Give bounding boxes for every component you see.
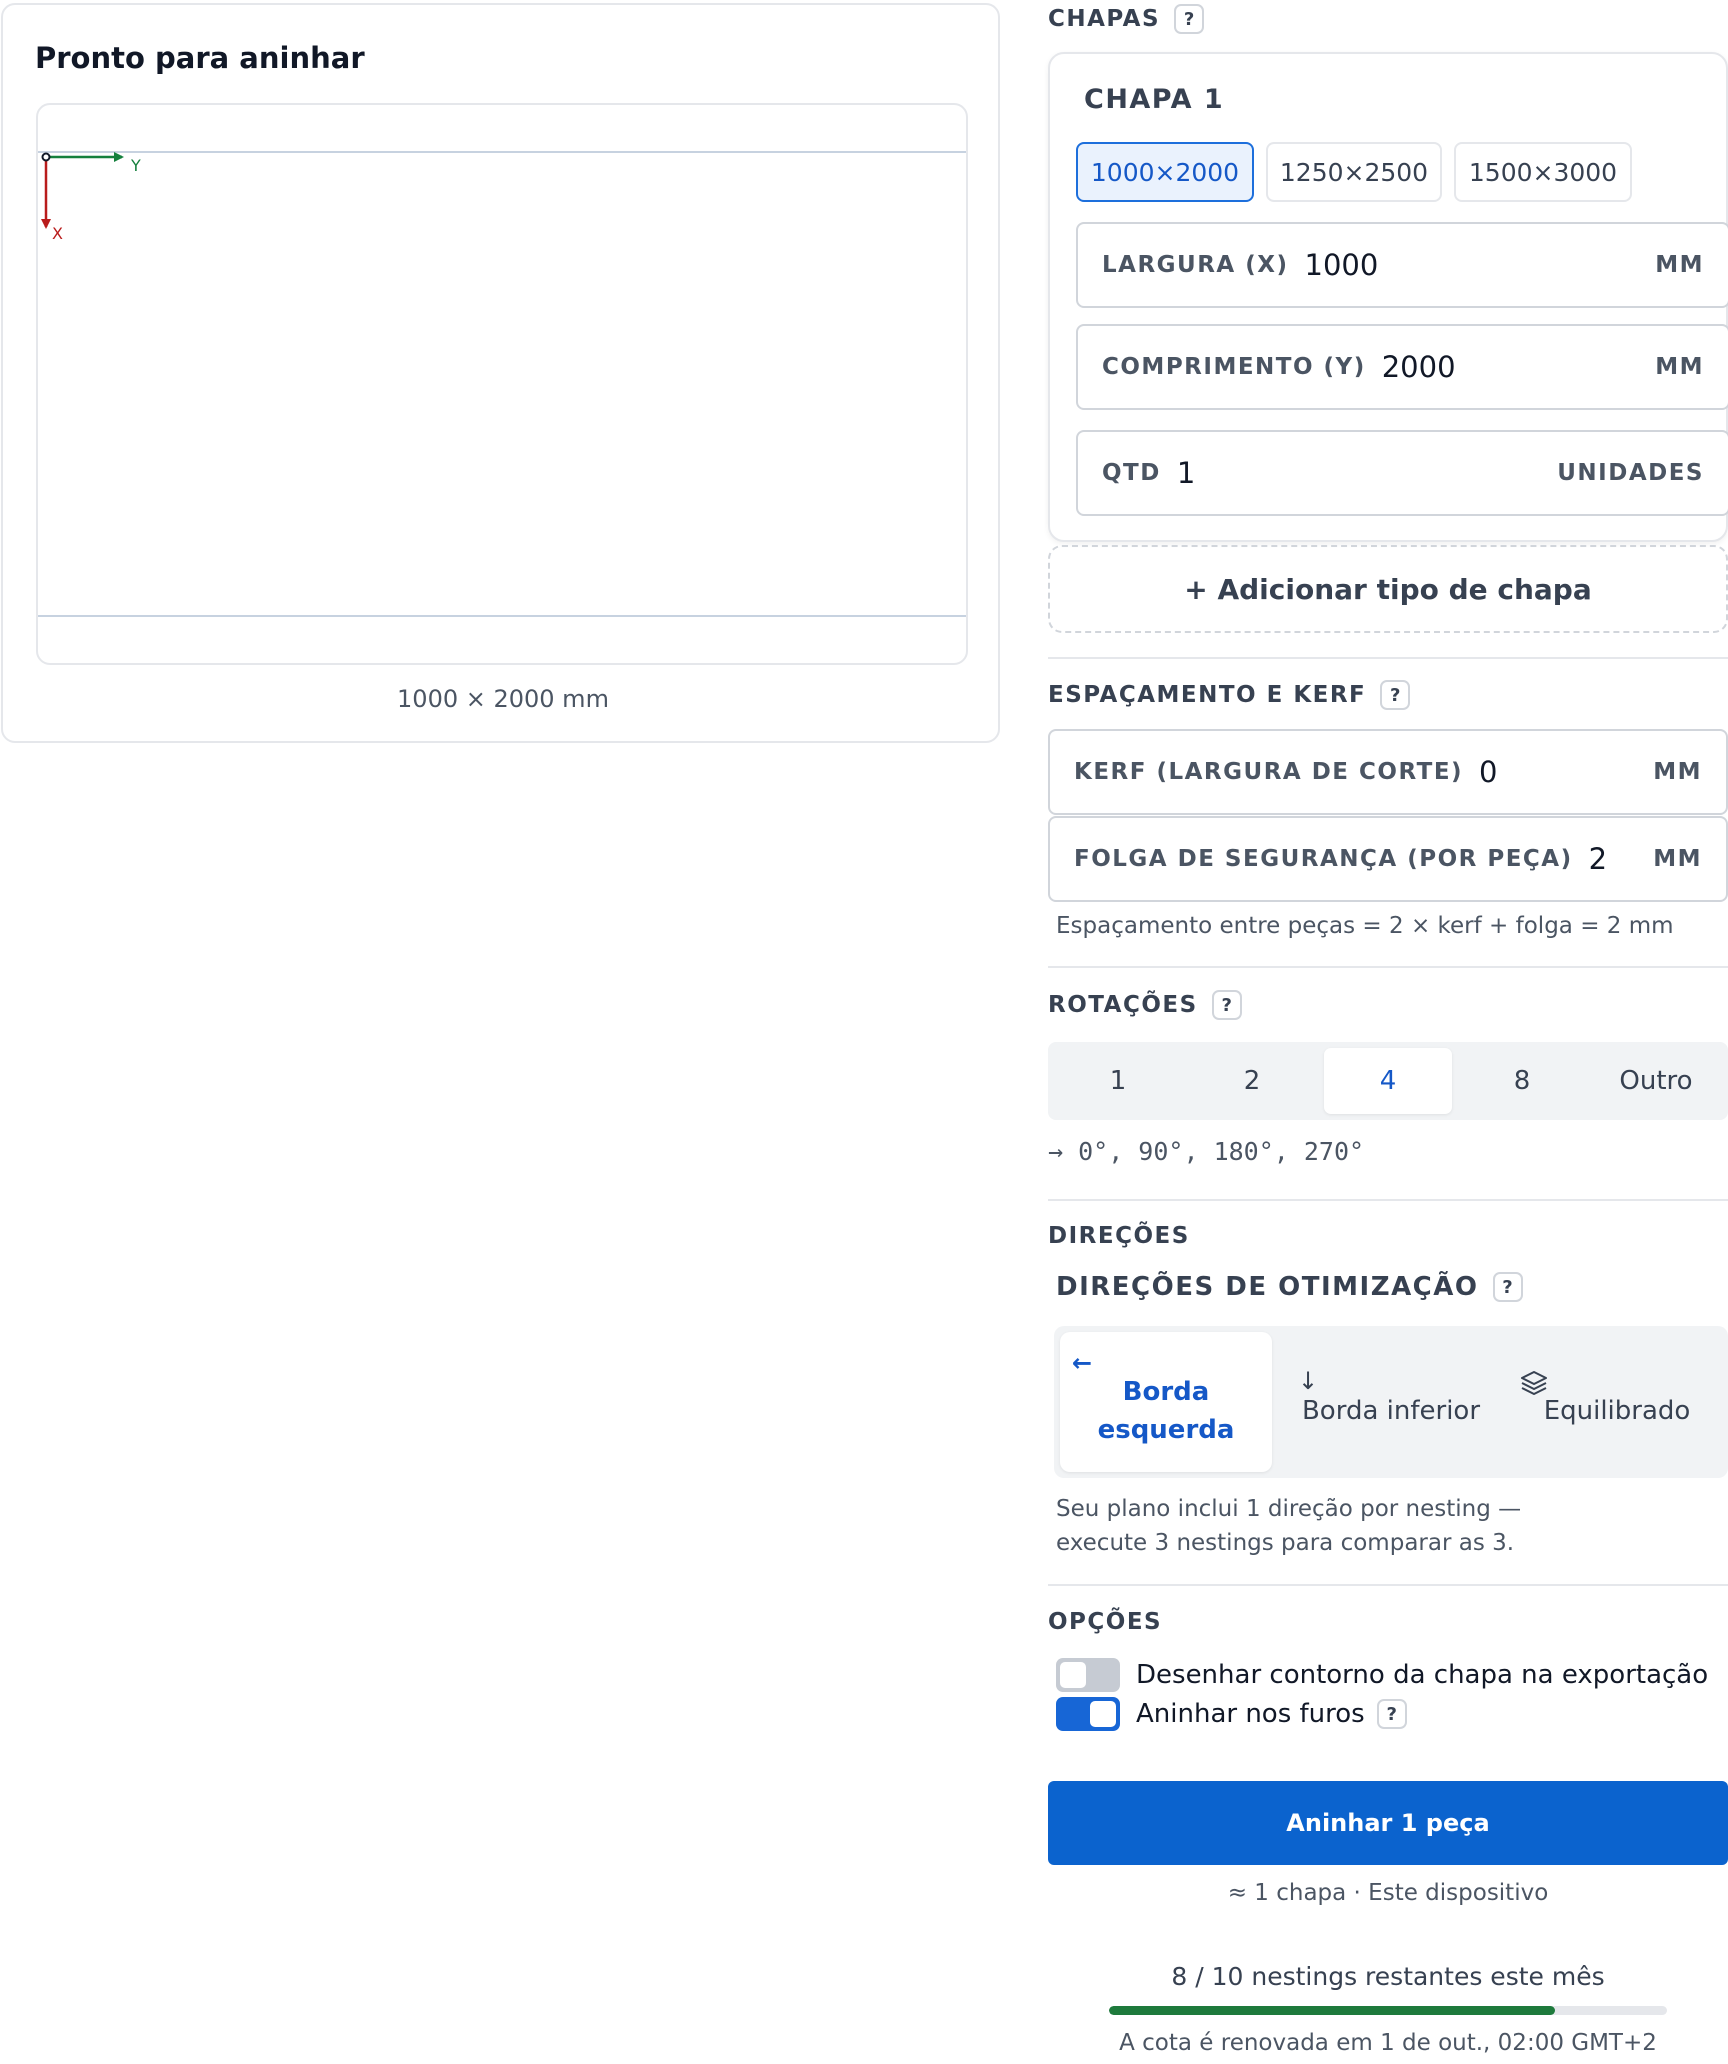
quota-text: 8 / 10 nestings restantes este mês (1171, 1962, 1605, 1991)
draw-outline-toggle[interactable] (1056, 1658, 1120, 1692)
sheets-section-title: CHAPAS ? (1048, 4, 1205, 34)
rotation-angles: → 0°, 90°, 180°, 270° (1048, 1137, 1365, 1166)
sheet-qty-input[interactable]: 1 (1177, 456, 1557, 490)
directions-note: Seu plano inclui 1 direção por nesting —… (1056, 1496, 1522, 1556)
sheet-qty-label: QTD (1102, 460, 1161, 486)
sheet-dimensions: 1000 × 2000 mm (397, 685, 609, 713)
nest-summary: ≈ 1 chapa · Este dispositivo (1227, 1880, 1549, 1906)
sheet-card: CHAPA 1 1000×2000 1250×2500 1500×3000 LA… (1048, 52, 1728, 542)
direction-selector: ← Borda esquerda ↓ Borda inferior Equili… (1054, 1326, 1728, 1478)
kerf-input[interactable]: 0 (1479, 755, 1653, 789)
x-axis-arrow (41, 219, 51, 229)
nest-holes-option: Aninhar nos furos ? (1056, 1697, 1407, 1731)
divider (1048, 966, 1728, 968)
draw-outline-label: Desenhar contorno da chapa na exportação (1136, 1660, 1709, 1690)
spacing-section-title: ESPAÇAMENTO E KERF ? (1048, 680, 1411, 710)
sheets-help-icon[interactable]: ? (1174, 4, 1205, 34)
safety-gap-field[interactable]: FOLGA DE SEGURANÇA (POR PEÇA) 2 MM (1048, 816, 1728, 902)
direction-bottom-edge[interactable]: ↓ Borda inferior (1280, 1332, 1502, 1472)
spacing-help-icon[interactable]: ? (1380, 680, 1411, 710)
direction-bottom-label: Borda inferior (1301, 1396, 1481, 1426)
x-axis-label: X (52, 224, 63, 243)
divider (1048, 657, 1728, 659)
directions-section-title: DIREÇÕES (1048, 1223, 1190, 1249)
direction-left-line2: esquerda (1097, 1415, 1235, 1445)
y-axis-arrow (114, 152, 124, 162)
rotation-option-other[interactable]: Outro (1592, 1048, 1720, 1114)
rotations-section-title: ROTAÇÕES ? (1048, 990, 1242, 1020)
directions-help-icon[interactable]: ? (1492, 1272, 1523, 1302)
origin-point (41, 152, 51, 162)
sheet-length-label: COMPRIMENTO (Y) (1102, 354, 1366, 380)
preset-1250x2500[interactable]: 1250×2500 (1266, 142, 1442, 202)
sheet-card-title: CHAPA 1 (1084, 84, 1225, 115)
quota-progress-fill (1109, 2006, 1556, 2015)
sheet-length-unit: MM (1655, 354, 1704, 380)
sheet-qty-unit: UNIDADES (1557, 460, 1704, 486)
sheet-width-field[interactable]: LARGURA (X) 1000 MM (1076, 222, 1728, 308)
sheet-length-input[interactable]: 2000 (1382, 350, 1655, 384)
optimization-directions-title: DIREÇÕES DE OTIMIZAÇÃO ? (1056, 1272, 1523, 1302)
preview-card: Pronto para aninhar Y X 1000 × 2000 mm (1, 3, 1000, 743)
arrow-left-icon: ← (1072, 1349, 1093, 1377)
quota-progress-bar (1109, 2006, 1667, 2015)
nest-button[interactable]: Aninhar 1 peça (1048, 1781, 1728, 1865)
spacing-formula: Espaçamento entre peças = 2 × kerf + fol… (1056, 913, 1674, 939)
preset-1500x3000[interactable]: 1500×3000 (1454, 142, 1632, 202)
y-axis-label: Y (130, 156, 141, 175)
rotation-option-1[interactable]: 1 (1054, 1048, 1182, 1114)
safety-gap-unit: MM (1653, 846, 1702, 872)
sheet-width-input[interactable]: 1000 (1305, 248, 1656, 282)
divider (1048, 1584, 1728, 1586)
sheet-width-label: LARGURA (X) (1102, 252, 1289, 278)
safety-gap-input[interactable]: 2 (1589, 842, 1654, 876)
spacing-title-text: ESPAÇAMENTO E KERF (1048, 682, 1367, 708)
quota-renew-note: A cota é renovada em 1 de out., 02:00 GM… (1119, 2030, 1657, 2056)
rotation-option-4[interactable]: 4 (1324, 1048, 1452, 1114)
preset-1000x2000[interactable]: 1000×2000 (1076, 142, 1254, 202)
draw-outline-option: Desenhar contorno da chapa na exportação (1056, 1658, 1708, 1692)
arrow-down-icon: ↓ (1298, 1367, 1319, 1395)
options-section-title: OPÇÕES (1048, 1609, 1163, 1635)
layers-icon (1521, 1371, 1547, 1395)
preview-title: Pronto para aninhar (35, 41, 365, 75)
axis-indicator: Y X (41, 152, 141, 243)
kerf-unit: MM (1653, 759, 1702, 785)
direction-balanced[interactable]: Equilibrado (1506, 1332, 1728, 1472)
nest-holes-toggle[interactable] (1056, 1697, 1120, 1731)
optimization-directions-text: DIREÇÕES DE OTIMIZAÇÃO (1056, 1272, 1479, 1302)
rotations-help-icon[interactable]: ? (1211, 990, 1242, 1020)
rotations-selector: 1 2 4 8 Outro (1048, 1042, 1728, 1120)
sheet-qty-field[interactable]: QTD 1 UNIDADES (1076, 430, 1728, 516)
nesting-canvas[interactable]: Y X (36, 103, 968, 665)
rotation-option-2[interactable]: 2 (1188, 1048, 1316, 1114)
sheets-title-text: CHAPAS (1048, 6, 1161, 32)
add-sheet-type-button[interactable]: + Adicionar tipo de chapa (1048, 545, 1728, 633)
safety-gap-label: FOLGA DE SEGURANÇA (POR PEÇA) (1074, 846, 1573, 872)
rotations-title-text: ROTAÇÕES (1048, 992, 1198, 1018)
sheet-width-unit: MM (1655, 252, 1704, 278)
nest-holes-label: Aninhar nos furos (1136, 1699, 1365, 1729)
nest-holes-help-icon[interactable]: ? (1376, 1699, 1407, 1729)
kerf-field[interactable]: KERF (LARGURA DE CORTE) 0 MM (1048, 729, 1728, 815)
direction-left-line1: Borda (1122, 1377, 1210, 1407)
divider (1048, 1199, 1728, 1201)
sheet-length-field[interactable]: COMPRIMENTO (Y) 2000 MM (1076, 324, 1728, 410)
direction-left-edge[interactable]: ← Borda esquerda (1060, 1332, 1272, 1472)
rotation-option-8[interactable]: 8 (1458, 1048, 1586, 1114)
kerf-label: KERF (LARGURA DE CORTE) (1074, 759, 1464, 785)
direction-balanced-label: Equilibrado (1543, 1396, 1691, 1426)
